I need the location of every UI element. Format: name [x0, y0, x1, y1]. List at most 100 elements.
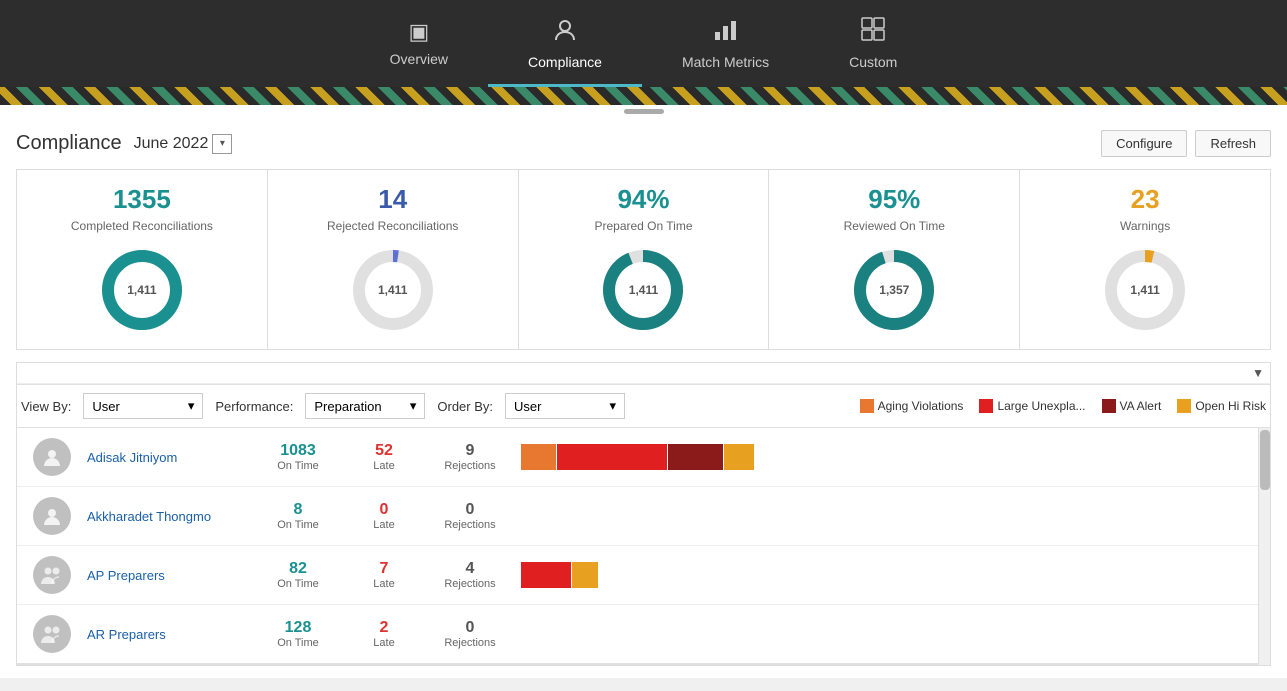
controls-row: View By: User ▾ Performance: Preparation…	[17, 384, 1270, 428]
late-label: Late	[373, 460, 394, 472]
metric-on-time-akkharadet: 8 On Time	[263, 501, 333, 531]
rejections-num-ap: 4	[466, 560, 475, 578]
order-by-chevron: ▾	[609, 398, 616, 414]
header-left: Compliance June 2022 ▾	[16, 132, 232, 155]
collapse-icon[interactable]: ▼	[1252, 366, 1264, 380]
date-selector[interactable]: June 2022 ▾	[134, 134, 233, 154]
match-metrics-icon	[713, 16, 739, 48]
late-num-adisak: 52	[375, 442, 393, 460]
donut-center-warnings: 1,411	[1130, 283, 1159, 297]
nav-label-custom: Custom	[849, 54, 897, 70]
metric-rejections-adisak: 9 Rejections	[435, 442, 505, 472]
legend-large-unexpla: Large Unexpla...	[979, 399, 1085, 413]
on-time-num-adisak: 1083	[280, 442, 316, 460]
kpi-row: 1355 Completed Reconciliations 1,411 14 …	[16, 169, 1271, 350]
late-label-4: Late	[373, 637, 394, 649]
order-by-label: Order By:	[437, 399, 493, 414]
nav-item-custom[interactable]: Custom	[809, 8, 937, 87]
legend-area: Aging Violations Large Unexpla... VA Ale…	[860, 399, 1266, 413]
bar-chart-adisak	[521, 444, 781, 470]
table-row: Adisak Jitniyom 1083 On Time 52 Late 9 R…	[17, 428, 1270, 487]
date-label: June 2022	[134, 135, 209, 153]
kpi-label-reviewed: Reviewed On Time	[844, 219, 945, 233]
bar-seg-open	[724, 444, 754, 470]
user-name-akkharadet[interactable]: Akkharadet Thongmo	[87, 509, 247, 524]
performance-select[interactable]: Preparation ▾	[305, 393, 425, 419]
late-label-2: Late	[373, 519, 394, 531]
decorative-banner	[0, 87, 1287, 105]
nav-item-compliance[interactable]: Compliance	[488, 8, 642, 87]
bar-seg-large	[557, 444, 667, 470]
donut-rejected: 1,411	[348, 245, 438, 335]
donut-completed: 1,411	[97, 245, 187, 335]
refresh-button[interactable]: Refresh	[1195, 130, 1271, 157]
table-row: AR Preparers 128 On Time 2 Late 0 Reject…	[17, 605, 1270, 665]
performance-label: Performance:	[215, 399, 293, 414]
bar-chart-akkharadet	[521, 503, 781, 529]
overview-icon: ▣	[408, 19, 429, 45]
on-time-num-ap: 82	[289, 560, 307, 578]
metric-rejections-ap: 4 Rejections	[435, 560, 505, 590]
metric-on-time-ar: 128 On Time	[263, 619, 333, 649]
kpi-label-warnings: Warnings	[1120, 219, 1170, 233]
metric-late-ap: 7 Late	[349, 560, 419, 590]
legend-label-open: Open Hi Risk	[1195, 399, 1266, 413]
legend-open-hi-risk: Open Hi Risk	[1177, 399, 1266, 413]
nav-item-match-metrics[interactable]: Match Metrics	[642, 8, 809, 87]
bar-seg-va	[668, 444, 723, 470]
late-num-akkharadet: 0	[380, 501, 389, 519]
donut-center-rejected: 1,411	[378, 283, 407, 297]
nav-label-match-metrics: Match Metrics	[682, 54, 769, 70]
rejections-num-akkharadet: 0	[466, 501, 475, 519]
kpi-number-completed: 1355	[113, 184, 171, 215]
bar-seg-aging	[521, 444, 556, 470]
on-time-num-ar: 128	[285, 619, 312, 637]
kpi-chart-reviewed: 1,357	[849, 245, 939, 335]
kpi-card-reviewed: 95% Reviewed On Time 1,357	[769, 170, 1020, 349]
bar-seg-large-ap	[521, 562, 571, 588]
donut-center-completed: 1,411	[127, 283, 156, 297]
donut-center-prepared: 1,411	[629, 283, 658, 297]
metric-late-ar: 2 Late	[349, 619, 419, 649]
top-nav: ▣ Overview Compliance Match Metrics	[0, 0, 1287, 87]
avatar-ap-preparers	[33, 556, 71, 594]
user-name-ar[interactable]: AR Preparers	[87, 627, 247, 642]
page-handle[interactable]	[0, 105, 1287, 118]
performance-chevron: ▾	[410, 398, 417, 414]
kpi-chart-completed: 1,411	[97, 245, 187, 335]
kpi-chart-warnings: 1,411	[1100, 245, 1190, 335]
view-by-select[interactable]: User ▾	[83, 393, 203, 419]
metric-late-adisak: 52 Late	[349, 442, 419, 472]
metric-on-time-adisak: 1083 On Time	[263, 442, 333, 472]
rejections-label-3: Rejections	[444, 578, 495, 590]
scroll-thumb[interactable]	[1260, 430, 1270, 490]
on-time-label-4: On Time	[277, 637, 319, 649]
donut-center-reviewed: 1,357	[879, 283, 909, 297]
avatar-akkharadet	[33, 497, 71, 535]
user-name-ap[interactable]: AP Preparers	[87, 568, 247, 583]
order-by-value: User	[514, 399, 541, 414]
bar-seg-open-ap	[572, 562, 598, 588]
kpi-card-completed: 1355 Completed Reconciliations 1,411	[17, 170, 268, 349]
kpi-label-rejected: Rejected Reconciliations	[327, 219, 458, 233]
metric-rejections-ar: 0 Rejections	[435, 619, 505, 649]
avatar-adisak	[33, 438, 71, 476]
rejections-num-ar: 0	[466, 619, 475, 637]
table-row: Akkharadet Thongmo 8 On Time 0 Late 0 Re…	[17, 487, 1270, 546]
late-label-3: Late	[373, 578, 394, 590]
performance-value: Preparation	[314, 399, 381, 414]
user-list: Adisak Jitniyom 1083 On Time 52 Late 9 R…	[17, 428, 1270, 665]
nav-item-overview[interactable]: ▣ Overview	[350, 11, 488, 84]
metric-on-time-ap: 82 On Time	[263, 560, 333, 590]
header-right: Configure Refresh	[1101, 130, 1271, 157]
on-time-num-akkharadet: 8	[294, 501, 303, 519]
late-num-ap: 7	[380, 560, 389, 578]
scrollbar[interactable]	[1258, 428, 1270, 665]
order-by-select[interactable]: User ▾	[505, 393, 625, 419]
legend-color-aging	[860, 399, 874, 413]
donut-reviewed: 1,357	[849, 245, 939, 335]
configure-button[interactable]: Configure	[1101, 130, 1187, 157]
date-dropdown-icon[interactable]: ▾	[212, 134, 232, 154]
late-num-ar: 2	[380, 619, 389, 637]
user-name-adisak[interactable]: Adisak Jitniyom	[87, 450, 247, 465]
